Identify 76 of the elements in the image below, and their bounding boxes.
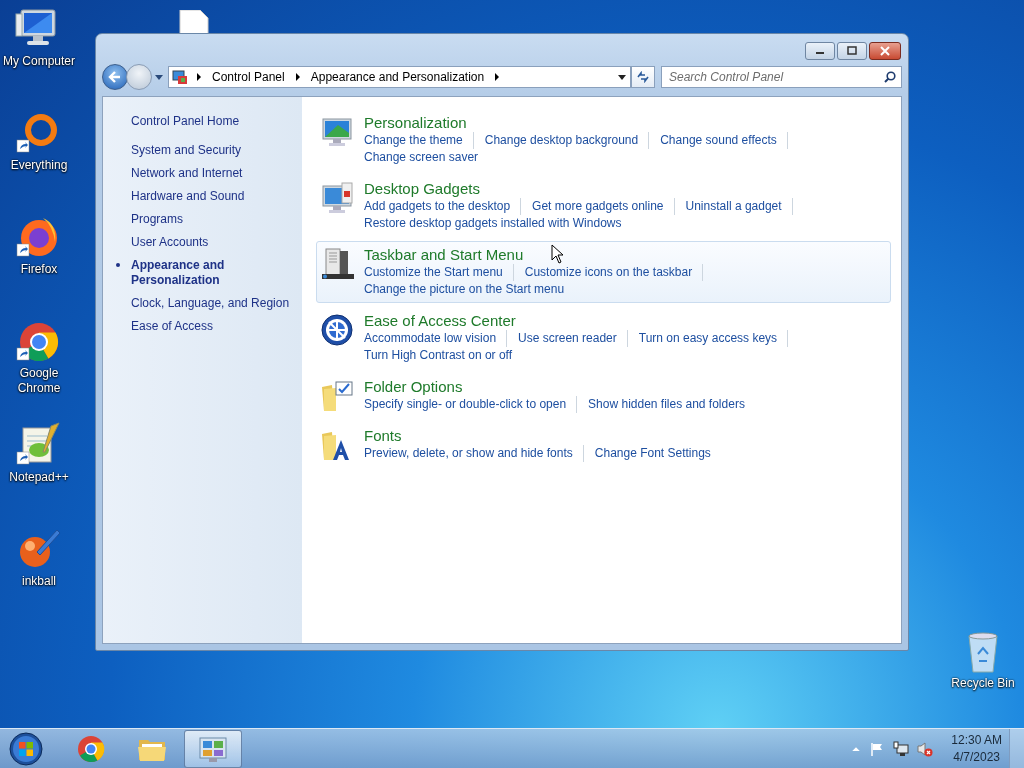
sidebar-link[interactable]: User Accounts [103, 233, 302, 252]
back-arrow-icon [107, 69, 123, 85]
search-field[interactable]: Search Control Panel [661, 66, 902, 88]
category-highlight[interactable]: Taskbar and Start Menu Customize the Start menu Customize icons on the taskbar Change the picture on the Start menu [316, 241, 891, 303]
close-button[interactable] [869, 42, 901, 60]
desktop-icon-label[interactable]: My Computer [2, 54, 76, 69]
tower-taskbar-icon[interactable] [320, 247, 354, 281]
mouse-pointer-icon [551, 244, 564, 264]
task-link[interactable]: Accommodate low vision [364, 330, 508, 347]
refresh-icon [636, 71, 650, 83]
desktop-icon-label[interactable]: Notepad++ [2, 470, 76, 485]
task-link[interactable]: Get more gadgets online [532, 198, 675, 215]
sidebar-link[interactable]: Hardware and Sound [103, 187, 302, 206]
task-link[interactable]: Specify single- or double-click to open [364, 396, 578, 413]
gadget-monitor-icon[interactable] [320, 181, 354, 215]
task-link[interactable]: Add gadgets to the desktop [364, 198, 522, 215]
desktop-icon-label[interactable]: Google Chrome [2, 366, 76, 396]
task-link[interactable]: Preview, delete, or show and hide fonts [364, 445, 584, 462]
task-link[interactable]: Show hidden files and folders [588, 396, 755, 413]
clock[interactable]: 12:30 AM 4/7/2023 [951, 731, 1002, 766]
task-link[interactable]: Turn on easy access keys [638, 330, 789, 347]
task-link[interactable]: Customize icons on the taskbar [524, 264, 704, 281]
breadcrumb-arrow-icon[interactable] [494, 73, 501, 81]
address-bar[interactable]: Control Panel Appearance and Personalization [168, 66, 631, 88]
taskbar-app-button[interactable] [184, 729, 242, 768]
category-title-link[interactable]: Taskbar and Start Menu [364, 245, 715, 264]
desktop-icon-label[interactable]: Recycle Bin [946, 676, 1020, 691]
sidebar-link[interactable]: Ease of Access [103, 317, 302, 336]
control-panel-icon [172, 69, 188, 85]
task-link[interactable]: Turn High Contrast on or off [364, 347, 523, 364]
sidebar-link[interactable]: Programs [103, 210, 302, 229]
task-link[interactable]: Change screen saver [364, 149, 489, 166]
maximize-button[interactable] [837, 42, 867, 60]
maximize-icon [846, 46, 858, 56]
desktop-icon-label[interactable]: inkball [2, 574, 76, 589]
category[interactable]: Fonts Preview, delete, or show and hide fonts Change Font Settings [316, 422, 891, 467]
breadcrumb-arrow-icon[interactable] [294, 73, 301, 81]
category[interactable]: Personalization Change the theme Change desktop background Change sound effects Change screen saver [316, 109, 891, 171]
search-icon[interactable] [884, 71, 896, 83]
monitor-icon[interactable] [320, 115, 354, 149]
task-link[interactable]: Uninstall a gadget [685, 198, 793, 215]
category[interactable]: Ease of Access Center Accommodate low vision Use screen reader Turn on easy access keys Turn High Contrast on or off [316, 307, 891, 369]
task-link[interactable]: Customize the Start menu [364, 264, 514, 281]
category-title-link[interactable]: Personalization [364, 113, 799, 132]
task-link[interactable]: Change the theme [364, 132, 474, 149]
sidebar-link[interactable]: Control Panel Home [131, 114, 299, 129]
desktop-icon-label[interactable]: Everything [2, 158, 76, 173]
task-link[interactable]: Change Font Settings [594, 445, 721, 462]
sidebar-link[interactable]: Appearance and Personalization [103, 256, 302, 290]
close-icon [879, 46, 891, 56]
back-button[interactable] [102, 64, 128, 90]
folder-check-icon[interactable] [320, 379, 354, 413]
breadcrumb-link[interactable]: Appearance and Personalization [310, 70, 485, 84]
task-link[interactable]: Change desktop background [484, 132, 650, 149]
category[interactable]: Desktop Gadgets Add gadgets to the desktop Get more gadgets online Uninstall a gadget Restore desktop gadgets installed with Windows [316, 175, 891, 237]
accessibility-icon[interactable] [320, 313, 354, 347]
breadcrumb-link[interactable]: Control Panel [212, 70, 285, 84]
task-link[interactable]: Restore desktop gadgets installed with Windows [364, 215, 632, 232]
sidebar-link[interactable]: Clock, Language, and Region [103, 294, 302, 313]
breadcrumb-arrow-icon[interactable] [196, 73, 202, 81]
category-title-link[interactable]: Ease of Access Center [364, 311, 800, 330]
network-icon[interactable] [893, 740, 910, 757]
sidebar-link[interactable]: System and Security [103, 141, 302, 160]
task-link[interactable]: Change sound effects [660, 132, 788, 149]
category[interactable]: Folder Options Specify single- or double-click to open Show hidden files and folders [316, 373, 891, 418]
category-title-link[interactable]: Fonts [364, 426, 732, 445]
refresh-button[interactable] [631, 66, 655, 88]
task-link[interactable]: Change the picture on the Start menu [364, 281, 575, 298]
minimize-button[interactable] [805, 42, 835, 60]
sidebar-link[interactable]: Network and Internet [103, 164, 302, 183]
speaker-muted-icon[interactable] [917, 740, 934, 757]
category-title-link[interactable]: Desktop Gadgets [364, 179, 804, 198]
category-title-link[interactable]: Folder Options [364, 377, 766, 396]
desktop-icon-label[interactable]: Firefox [2, 262, 76, 277]
dropdown-arrow-icon[interactable] [154, 72, 164, 82]
task-link[interactable]: Use screen reader [518, 330, 628, 347]
